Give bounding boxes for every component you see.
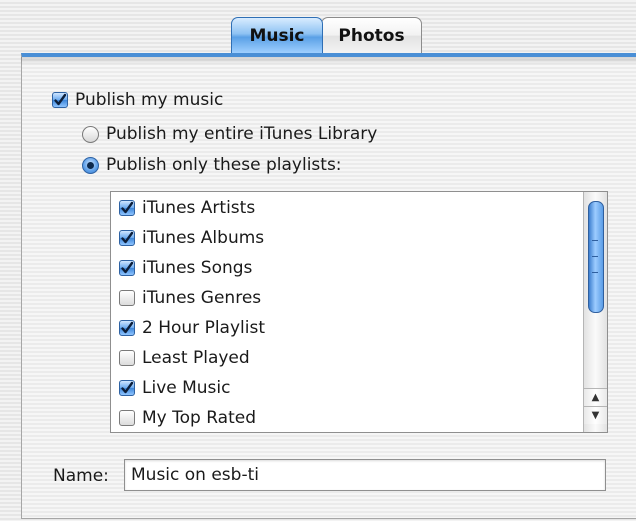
playlist-item[interactable]: iTunes Songs — [119, 258, 252, 278]
checkmark-icon — [121, 381, 134, 394]
scroll-down-button[interactable]: ▼ — [584, 406, 607, 424]
radio-only-playlists[interactable]: Publish only these playlists: — [82, 155, 342, 175]
pane-top-shadow — [21, 57, 636, 65]
radio-entire-library-button[interactable] — [82, 125, 99, 143]
playlist-label: Least Played — [142, 348, 250, 368]
name-field-label: Name: — [53, 466, 109, 486]
playlist-label: 2 Hour Playlist — [142, 318, 265, 338]
playlist-scrollbar[interactable]: ▲ ▼ — [583, 192, 607, 432]
playlist-label: My Top Rated — [142, 408, 256, 428]
playlist-checkbox[interactable] — [119, 410, 135, 426]
publish-music-checkbox-box[interactable] — [52, 92, 68, 108]
checkmark-icon — [121, 201, 134, 214]
tab-photos-label: Photos — [338, 25, 405, 46]
radio-only-playlists-label: Publish only these playlists: — [106, 155, 342, 175]
playlist-checkbox[interactable] — [119, 320, 135, 336]
checkmark-icon — [121, 321, 134, 334]
checkmark-icon — [121, 231, 134, 244]
tab-music[interactable]: Music — [231, 17, 323, 53]
tab-music-label: Music — [249, 25, 305, 46]
playlist-label: iTunes Albums — [142, 228, 265, 248]
scrollbar-thumb[interactable] — [588, 201, 604, 313]
playlist-checkbox[interactable] — [119, 290, 135, 306]
playlist-checkbox[interactable] — [119, 380, 135, 396]
playlist-checkbox[interactable] — [119, 200, 135, 216]
radio-selected-dot — [87, 161, 94, 169]
publish-music-label: Publish my music — [75, 90, 224, 110]
playlist-label: iTunes Genres — [142, 288, 262, 308]
radio-entire-library[interactable]: Publish my entire iTunes Library — [82, 124, 377, 144]
playlist-item[interactable]: My Top Rated — [119, 408, 256, 428]
tab-photos[interactable]: Photos — [321, 17, 422, 53]
playlist-item[interactable]: iTunes Artists — [119, 198, 255, 218]
playlist-item[interactable]: 2 Hour Playlist — [119, 318, 265, 338]
radio-only-playlists-button[interactable] — [82, 156, 99, 174]
radio-entire-library-label: Publish my entire iTunes Library — [106, 124, 378, 144]
playlist-label: iTunes Songs — [142, 258, 253, 278]
scroll-up-button[interactable]: ▲ — [584, 388, 607, 406]
playlist-item[interactable]: Least Played — [119, 348, 250, 368]
playlist-item[interactable]: Live Music — [119, 378, 231, 398]
playlist-checkbox[interactable] — [119, 260, 135, 276]
playlist-label: iTunes Artists — [142, 198, 256, 218]
checkmark-icon — [54, 93, 67, 106]
arrow-up-icon: ▲ — [591, 392, 600, 403]
playlist-item[interactable]: iTunes Genres — [119, 288, 261, 308]
publish-music-checkbox[interactable]: Publish my music — [52, 90, 223, 110]
playlist-item[interactable]: iTunes Albums — [119, 228, 264, 248]
arrow-down-icon: ▼ — [591, 410, 600, 421]
name-field[interactable] — [124, 459, 606, 491]
playlist-list[interactable]: iTunes Artists iTunes Albums iTunes Song… — [110, 191, 608, 433]
checkmark-icon — [121, 261, 134, 274]
playlist-checkbox[interactable] — [119, 350, 135, 366]
playlist-checkbox[interactable] — [119, 230, 135, 246]
playlist-label: Live Music — [142, 378, 231, 398]
